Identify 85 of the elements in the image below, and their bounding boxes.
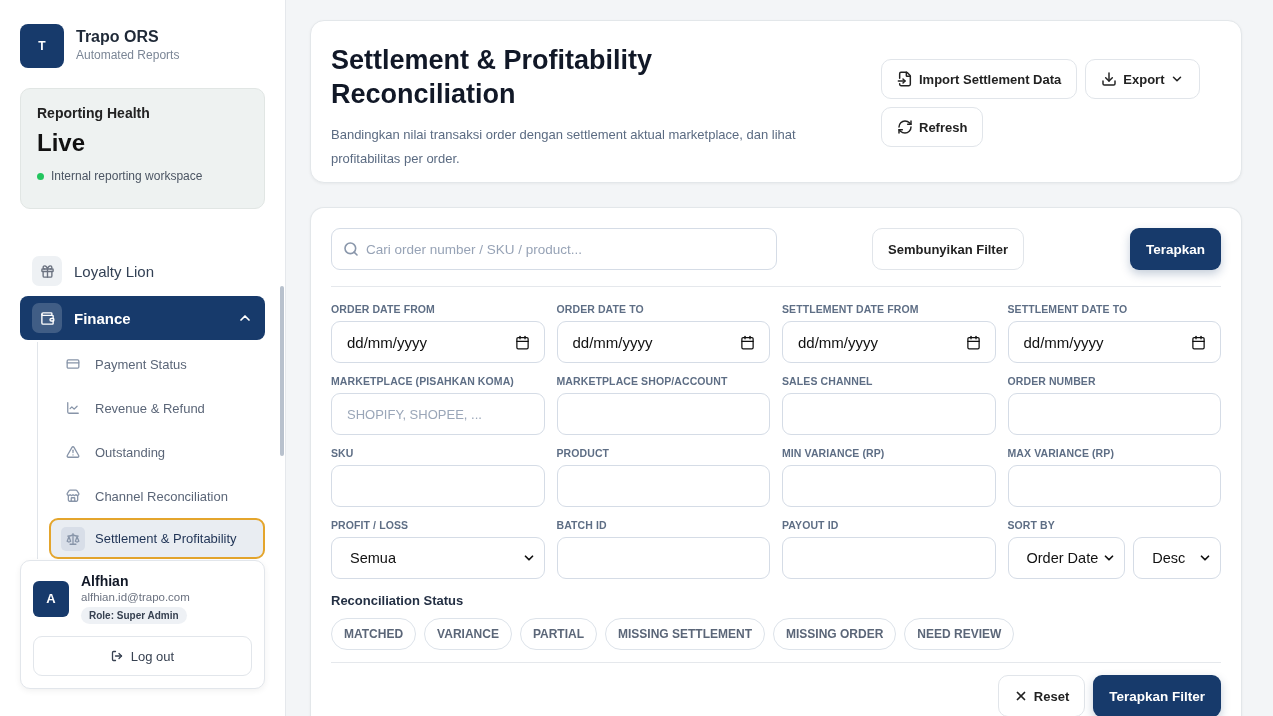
text-field[interactable] — [556, 465, 770, 507]
chart-icon — [66, 401, 80, 415]
select-field[interactable]: Desc — [1133, 537, 1221, 579]
field-label: ORDER DATE FROM — [331, 303, 436, 315]
health-note: Internal reporting workspace — [51, 169, 203, 183]
status-title: Reconciliation Status — [331, 593, 465, 608]
field-label: MIN VARIANCE (RP) — [782, 447, 886, 459]
date-field[interactable]: dd/mm/yyyy — [782, 321, 996, 363]
text-field[interactable]: SHOPIFY, SHOPEE, ... — [331, 393, 545, 435]
scale-icon — [66, 531, 80, 546]
user-avatar: A — [33, 580, 69, 617]
field-label: SORT BY — [1007, 519, 1056, 531]
field-label: SALES CHANNEL — [782, 375, 874, 387]
nav-item[interactable]: Finance — [20, 296, 265, 340]
brand-name: Trapo ORS — [76, 28, 160, 46]
text-field[interactable] — [331, 465, 545, 507]
field-label: ORDER NUMBER — [1007, 375, 1097, 387]
page-description: Bandingkan nilai transaksi order dengan settlement aktual marketplace, dan lihat profitabilitas per order. — [331, 126, 797, 168]
apply-button[interactable]: Terapkan — [1129, 228, 1221, 270]
apply-filter-button[interactable]: Terapkan Filter — [1093, 675, 1221, 716]
page-title: Settlement & Profitability Reconciliation — [331, 44, 654, 111]
store-icon — [66, 489, 80, 503]
field-label: PROFIT / LOSS — [331, 519, 410, 531]
field-label: SKU — [331, 447, 355, 459]
status-chip[interactable]: NEED REVIEW — [904, 618, 1015, 650]
status-chip[interactable]: MATCHED — [331, 618, 417, 650]
action-button[interactable]: Refresh — [881, 107, 984, 147]
hide-filter-button[interactable]: Sembunyikan Filter — [872, 228, 1024, 270]
calendar-icon — [514, 334, 530, 350]
health-title: Reporting Health — [37, 105, 151, 121]
field-label: MAX VARIANCE (RP) — [1007, 447, 1115, 459]
logout-icon — [110, 650, 123, 662]
action-button[interactable]: Export — [1085, 59, 1201, 99]
gift-icon — [39, 263, 55, 279]
date-field[interactable]: dd/mm/yyyy — [556, 321, 770, 363]
nav-subitem[interactable]: Revenue & Refund — [49, 386, 265, 430]
import-icon — [897, 71, 913, 87]
nav-item[interactable]: Loyalty Lion — [20, 251, 265, 291]
brand-logo: T — [20, 24, 64, 68]
field-label: ORDER DATE TO — [556, 303, 645, 315]
search-field[interactable]: Cari order number / SKU / product... — [331, 228, 777, 270]
scrollbar[interactable] — [280, 286, 284, 456]
logout-button[interactable]: Log out — [33, 636, 252, 676]
status-chip[interactable]: PARTIAL — [519, 618, 597, 650]
health-status: Live — [37, 129, 87, 157]
user-email: alfhian.id@trapo.com — [81, 591, 190, 603]
field-label: MARKETPLACE (PISAHKAN KOMA) — [331, 375, 515, 387]
status-chip[interactable]: VARIANCE — [424, 618, 512, 650]
download-icon — [1101, 71, 1118, 87]
nav-subitem[interactable]: Payment Status — [49, 342, 265, 386]
refresh-icon — [897, 119, 913, 135]
text-field[interactable] — [556, 537, 770, 579]
date-field[interactable]: dd/mm/yyyy — [1007, 321, 1221, 363]
field-label: SETTLEMENT DATE TO — [1007, 303, 1129, 315]
nav-subitem[interactable]: Settlement & Profitability — [49, 518, 265, 559]
reset-button[interactable]: Reset — [997, 675, 1086, 716]
text-field[interactable] — [782, 393, 996, 435]
text-field[interactable] — [556, 393, 770, 435]
wallet-icon — [39, 310, 55, 326]
warning-icon — [66, 445, 80, 459]
field-label: MARKETPLACE SHOP/ACCOUNT — [556, 375, 729, 387]
status-chip[interactable]: MISSING ORDER — [773, 618, 897, 650]
calendar-icon — [1191, 334, 1206, 350]
action-button[interactable]: Import Settlement Data — [881, 59, 1078, 99]
status-chip[interactable]: MISSING SETTLEMENT — [605, 618, 765, 650]
nav-subitem[interactable]: Outstanding — [49, 430, 265, 474]
field-label: BATCH ID — [556, 519, 608, 531]
select-field[interactable]: Order Date — [1007, 537, 1126, 579]
text-field[interactable] — [782, 465, 996, 507]
text-field[interactable] — [1007, 465, 1221, 507]
select-field[interactable]: Semua — [331, 537, 545, 579]
text-field[interactable] — [1007, 393, 1221, 435]
field-label: PAYOUT ID — [782, 519, 840, 531]
field-label: SETTLEMENT DATE FROM — [782, 303, 920, 315]
search-icon — [343, 241, 359, 257]
calendar-icon — [740, 334, 755, 350]
user-name: Alfhian — [81, 573, 130, 589]
role-tag: Role: Super Admin — [81, 607, 187, 624]
calendar-icon — [965, 334, 981, 350]
nav-subitem[interactable]: Channel Reconciliation — [49, 474, 265, 518]
text-field[interactable] — [782, 537, 996, 579]
field-label: PRODUCT — [556, 447, 611, 459]
date-field[interactable]: dd/mm/yyyy — [331, 321, 545, 363]
card-icon — [66, 357, 80, 371]
brand-subtitle: Automated Reports — [76, 48, 180, 62]
